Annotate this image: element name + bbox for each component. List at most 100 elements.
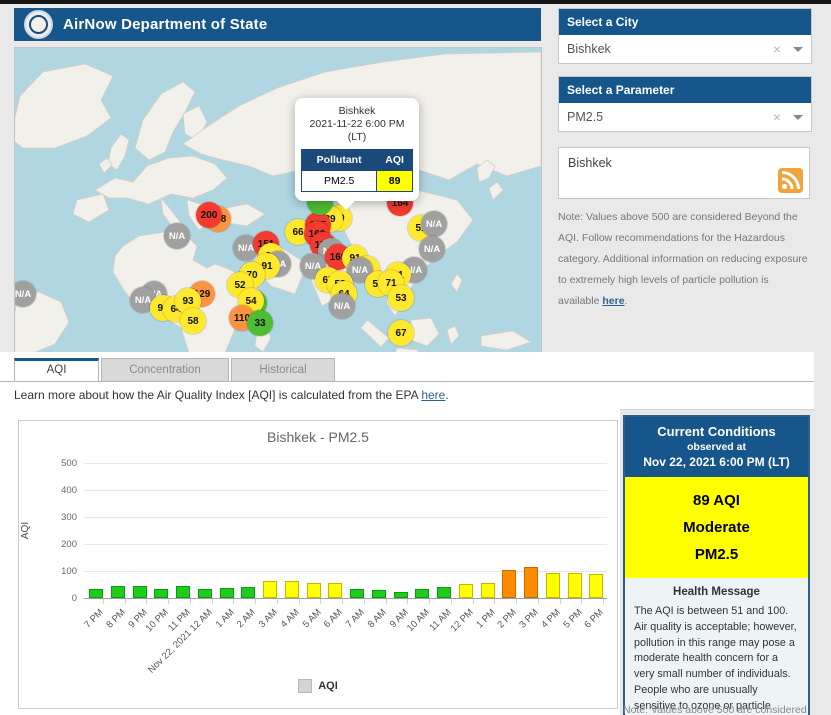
popup-aqi-table: Pollutant AQI PM2.5 89 — [300, 149, 413, 192]
chart-bar[interactable] — [176, 586, 190, 598]
popup-col-pollutant: Pollutant — [300, 149, 378, 171]
chart-bar[interactable] — [284, 580, 299, 598]
popup-city: Bishkek — [338, 105, 376, 117]
chart-xtick — [516, 599, 518, 604]
chart-xtick — [494, 599, 496, 604]
chart-bar[interactable] — [567, 572, 582, 598]
chart-bar[interactable] — [524, 567, 538, 598]
chart-xtick-label: 6 PM — [582, 607, 607, 631]
chart-xtick — [385, 599, 387, 604]
health-message-block: Health Message The AQI is between 51 and… — [625, 578, 808, 715]
chevron-down-icon[interactable] — [793, 46, 803, 57]
map-aqi-marker[interactable]: 33 — [247, 310, 273, 336]
map-aqi-marker[interactable]: 67 — [388, 320, 414, 346]
map-popup: Bishkek 2021-11-22 6:00 PM (LT) Pollutan… — [295, 98, 419, 210]
conditions-observed-at: observed at — [687, 441, 746, 453]
note-period: . — [624, 295, 628, 307]
chart-xtick-label: 4 PM — [539, 607, 563, 631]
chart-bar[interactable] — [415, 589, 430, 598]
map-basemap — [15, 48, 541, 353]
chart-bar[interactable] — [197, 589, 212, 598]
chart-xtick-label: 1 PM — [473, 607, 498, 631]
chart-bar[interactable] — [480, 583, 495, 598]
chart-gridline — [84, 517, 607, 518]
chart-bar[interactable] — [350, 588, 364, 598]
airnow-page: AirNow Department of State N/A N/A 200 N… — [0, 0, 831, 715]
chart-xtick-label: 11 AM — [427, 607, 454, 634]
chart-bar[interactable] — [458, 583, 473, 598]
note-text: Note: Values above 500 are considered Be… — [558, 211, 808, 307]
chart-ytick-label: 300 — [61, 512, 77, 523]
chart-xtick — [342, 599, 344, 604]
chart-xtick-label: 5 AM — [300, 607, 324, 631]
chart-ytick-label: 400 — [61, 485, 77, 496]
clear-city-icon[interactable]: × — [773, 41, 781, 57]
chart-bar[interactable] — [132, 586, 147, 598]
legend-label: AQI — [318, 680, 338, 692]
tab-concentration[interactable]: Concentration — [101, 358, 229, 381]
chart-bar[interactable] — [241, 586, 256, 598]
chart-bar[interactable] — [437, 586, 451, 598]
chart-xtick — [146, 599, 148, 604]
sidebar-note: Note: Values above 500 are considered Be… — [558, 207, 812, 312]
chart-ytick-label: 0 — [71, 593, 77, 604]
chart-gridline — [84, 463, 607, 464]
chart-xtick — [233, 599, 235, 604]
rss-icon[interactable] — [778, 168, 803, 193]
chart-bar[interactable] — [306, 583, 321, 598]
chart-bar[interactable] — [89, 589, 103, 598]
map-aqi-marker[interactable]: 200 — [196, 202, 222, 228]
chart-xtick — [124, 599, 126, 604]
parameter-select-value: PM2.5 — [567, 110, 604, 124]
map-aqi-marker[interactable]: N/A — [419, 236, 445, 262]
tab-historical[interactable]: Historical — [231, 358, 335, 381]
map-aqi-marker[interactable]: N/A — [329, 293, 355, 319]
chart-gridline — [84, 544, 607, 545]
chart-bar[interactable] — [110, 585, 125, 598]
chart-bar[interactable] — [219, 587, 234, 598]
chart-xtick-label: 8 PM — [104, 607, 128, 631]
chart-gridline — [84, 598, 607, 599]
world-aqi-map[interactable]: N/AN/A138200N/A15192N/A91705254129N/AN/A… — [14, 47, 542, 354]
map-aqi-marker[interactable]: N/A — [164, 223, 190, 249]
chart-xtick — [211, 599, 213, 604]
city-select-label: Select a City — [559, 9, 811, 35]
parameter-select-widget: Select a Parameter PM2.5 × — [558, 76, 812, 132]
learn-more-before: Learn more about how the Air Quality Ind… — [14, 388, 422, 402]
top-strip — [0, 0, 831, 4]
chart-bar[interactable] — [328, 583, 343, 598]
chart-bar[interactable] — [502, 569, 517, 598]
chart-xtick-label: 3 AM — [256, 607, 280, 631]
map-aqi-marker[interactable]: N/A — [421, 211, 447, 237]
city-select[interactable]: Bishkek × — [559, 35, 811, 63]
health-message-text: The AQI is between 51 and 100. Air quali… — [634, 605, 797, 712]
chart-bar[interactable] — [371, 589, 386, 598]
city-select-widget: Select a City Bishkek × — [558, 8, 812, 64]
chart-bar[interactable] — [589, 573, 604, 598]
parameter-select[interactable]: PM2.5 × — [559, 103, 811, 131]
clear-parameter-icon[interactable]: × — [773, 109, 781, 125]
chart-bar[interactable] — [393, 592, 408, 598]
chart-xtick-label: 10 AM — [405, 607, 433, 634]
map-aqi-marker[interactable]: 53 — [388, 285, 414, 311]
tabs-row: AQI Concentration Historical — [14, 358, 335, 381]
conditions-title: Current Conditions — [657, 424, 776, 439]
learn-more-here-link[interactable]: here — [421, 388, 445, 402]
chart-ylabel: AQI — [20, 521, 32, 540]
chart-bar[interactable] — [154, 588, 169, 598]
conditions-aqi-value: 89 AQI — [693, 492, 740, 509]
chart-xtick-label: 2 PM — [495, 607, 520, 631]
chart-bar[interactable] — [545, 572, 560, 598]
chart-xtick — [537, 599, 539, 604]
chevron-down-icon[interactable] — [793, 114, 803, 125]
tab-aqi[interactable]: AQI — [14, 358, 99, 381]
chart-legend[interactable]: AQI — [19, 679, 617, 693]
chart-xtick — [472, 599, 474, 604]
department-of-state-seal-icon — [24, 10, 53, 39]
chart-xtick — [429, 599, 431, 604]
chart-xtick — [603, 599, 605, 604]
chart-bar[interactable] — [263, 580, 277, 598]
chart-xtick — [255, 599, 257, 604]
map-aqi-marker[interactable]: 58 — [180, 308, 206, 334]
note-here-link[interactable]: here — [602, 295, 624, 307]
